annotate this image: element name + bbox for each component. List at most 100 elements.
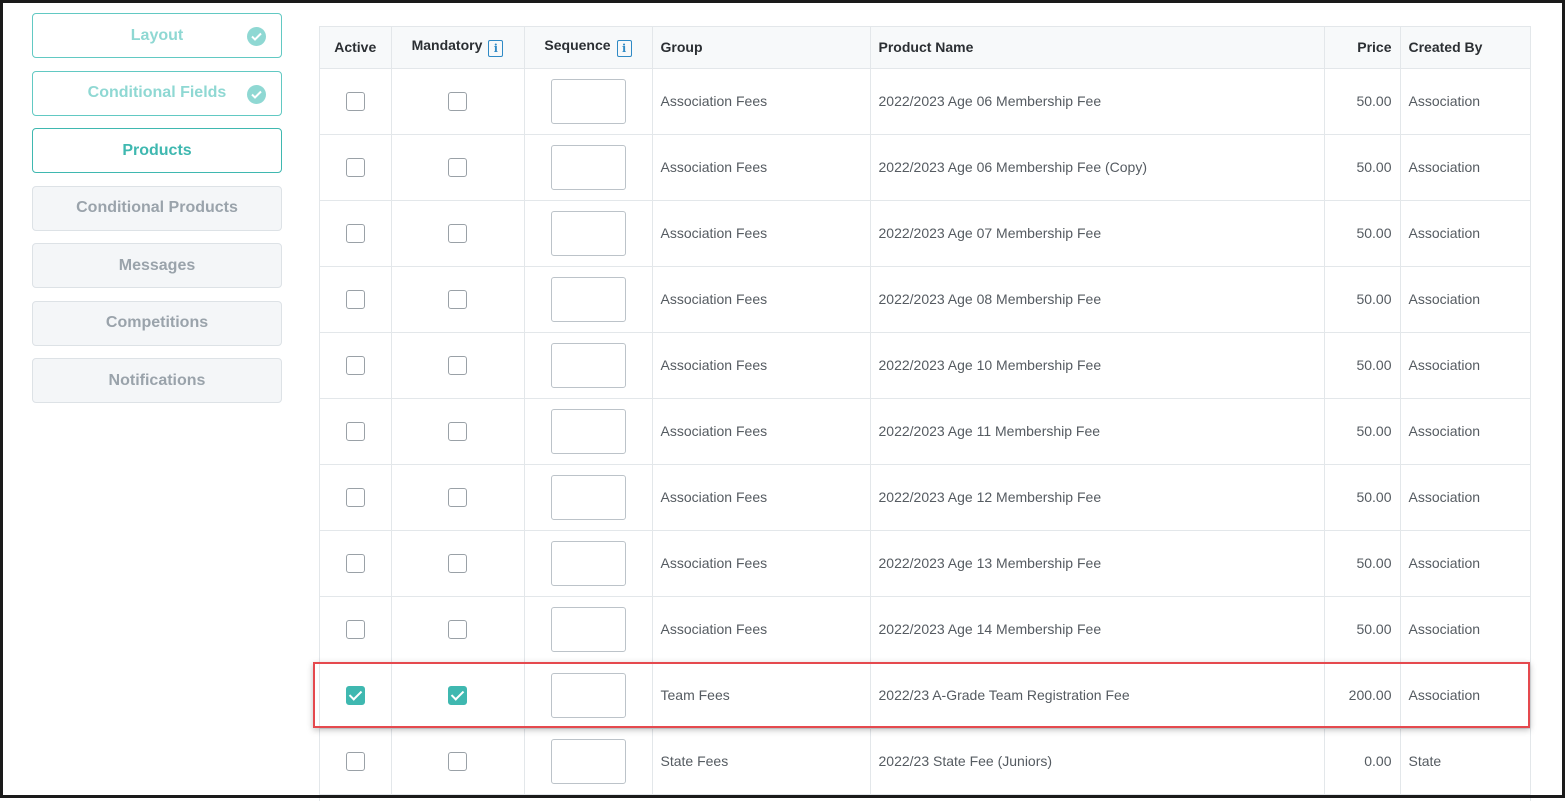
created-by-cell: Association (1399, 398, 1530, 465)
active-checkbox[interactable] (345, 421, 365, 441)
mandatory-checkbox[interactable] (448, 619, 467, 639)
sequence-cell (523, 134, 652, 201)
header-group: Group (651, 27, 870, 69)
active-cell (320, 728, 391, 795)
created-by-cell: Association (1399, 266, 1530, 333)
sequence-cell (523, 68, 652, 135)
active-checkbox[interactable] (345, 289, 365, 309)
active-checkbox[interactable] (345, 553, 365, 573)
mandatory-checkbox[interactable] (448, 289, 467, 309)
wizard-step-label: Products (122, 141, 192, 159)
product-name-cell: 2022/2023 Age 13 Membership Fee (869, 530, 1324, 597)
mandatory-checkbox[interactable] (448, 223, 467, 243)
active-checkbox[interactable] (345, 751, 365, 771)
active-checkbox[interactable] (345, 223, 365, 243)
info-icon[interactable]: i (488, 40, 504, 58)
group-cell: Association Fees (651, 134, 870, 201)
sequence-input[interactable] (550, 408, 626, 454)
price-cell: 50.00 (1323, 464, 1400, 531)
created-by-cell: Association (1399, 68, 1530, 135)
header-product-name-label: Product Name (878, 39, 974, 56)
header-created-by-label: Created By (1408, 39, 1483, 56)
sequence-input[interactable] (550, 78, 626, 124)
created-by-cell: Association (1399, 662, 1530, 729)
table-header-row: Active Mandatory i Sequence i Group Produc… (320, 27, 1530, 69)
header-mandatory: Mandatory i (390, 27, 524, 69)
product-name-cell: 2022/2023 Age 12 Membership Fee (869, 464, 1324, 531)
sequence-input[interactable] (550, 144, 626, 190)
active-cell (320, 398, 391, 465)
price-cell: 50.00 (1323, 398, 1400, 465)
created-by-cell: Association (1399, 464, 1530, 531)
sequence-cell (523, 398, 652, 465)
product-name-cell: 2022/2023 Age 10 Membership Fee (869, 332, 1324, 399)
wizard-step-messages[interactable]: Messages (32, 243, 282, 288)
sequence-input[interactable] (550, 210, 626, 256)
sequence-cell (523, 200, 652, 267)
active-checkbox[interactable] (345, 619, 365, 639)
created-by-cell: State (1399, 728, 1530, 795)
group-cell: Association Fees (651, 464, 870, 531)
wizard-step-label: Notifications (108, 371, 206, 389)
mandatory-checkbox[interactable] (448, 553, 467, 573)
wizard-step-competitions[interactable]: Competitions (32, 300, 282, 346)
table-row: Association Fees 2022/2023 Age 12 Members… (320, 464, 1530, 531)
table-row: Association Fees 2022/2023 Age 10 Members… (320, 332, 1530, 399)
product-name-cell: 2022/23 A-Grade Team Registration Fee (869, 662, 1324, 729)
price-cell: 50.00 (1323, 530, 1400, 597)
sequence-input[interactable] (550, 540, 626, 586)
active-checkbox[interactable] (345, 91, 365, 111)
table-row: Association Fees 2022/2023 Age 13 Members… (320, 530, 1530, 597)
sequence-input[interactable] (550, 474, 626, 520)
group-cell: Association Fees (651, 332, 870, 399)
price-cell: 50.00 (1323, 68, 1400, 135)
group-cell: Association Fees (651, 596, 870, 663)
mandatory-checkbox[interactable] (448, 685, 467, 705)
group-cell: Association Fees (651, 200, 870, 267)
mandatory-checkbox[interactable] (448, 355, 467, 375)
created-by-cell: Association (1399, 530, 1530, 597)
product-name-cell: 2022/2023 Age 06 Membership Fee (869, 68, 1324, 135)
wizard-step-products[interactable]: Products (32, 128, 282, 173)
sequence-input[interactable] (550, 606, 626, 652)
mandatory-cell (390, 68, 524, 135)
wizard-step-conditional-products[interactable]: Conditional Products (32, 185, 282, 231)
active-cell (320, 596, 391, 663)
sequence-input[interactable] (550, 738, 626, 784)
mandatory-checkbox[interactable] (448, 91, 467, 111)
mandatory-checkbox[interactable] (448, 421, 467, 441)
table-row: Association Fees 2022/2023 Age 11 Members… (320, 398, 1530, 465)
wizard-step-label: Messages (118, 256, 196, 274)
active-checkbox[interactable] (345, 685, 365, 705)
product-name-cell: 2022/2023 Age 11 Membership Fee (869, 398, 1324, 465)
active-checkbox[interactable] (345, 157, 365, 177)
wizard-step-conditional-fields[interactable]: Conditional Fields (32, 70, 282, 116)
wizard-steps-nav: Layout Conditional Fields Products Conditio… (32, 13, 282, 416)
sequence-cell (523, 464, 652, 531)
mandatory-cell (390, 464, 524, 531)
active-checkbox[interactable] (345, 355, 365, 375)
table-row: State Fees 2022/23 State Fee (Juniors) 0.0… (320, 728, 1530, 795)
mandatory-checkbox[interactable] (448, 751, 467, 771)
mandatory-checkbox[interactable] (448, 487, 467, 507)
sequence-cell (523, 332, 652, 399)
group-cell: Association Fees (651, 398, 870, 465)
product-name-cell: 2022/23 State Fee (Juniors) (869, 728, 1324, 795)
mandatory-checkbox[interactable] (448, 157, 467, 177)
table-row: Association Fees 2022/2023 Age 07 Members… (320, 200, 1530, 267)
header-price-label: Price (1357, 39, 1392, 56)
products-table: Active Mandatory i Sequence i Group Produc… (320, 27, 1530, 795)
sequence-input[interactable] (550, 342, 626, 388)
active-checkbox[interactable] (345, 487, 365, 507)
wizard-step-layout[interactable]: Layout (32, 13, 282, 58)
sequence-input[interactable] (550, 276, 626, 322)
header-active-label: Active (334, 39, 377, 56)
header-sequence-label: Sequence (544, 37, 611, 54)
sequence-input[interactable] (550, 672, 626, 718)
header-active: Active (320, 27, 391, 69)
header-product-name: Product Name (869, 27, 1324, 69)
info-icon[interactable]: i (616, 40, 632, 58)
wizard-step-notifications[interactable]: Notifications (32, 358, 282, 403)
created-by-cell: Association (1399, 200, 1530, 267)
wizard-step-label: Conditional Fields (87, 84, 227, 101)
